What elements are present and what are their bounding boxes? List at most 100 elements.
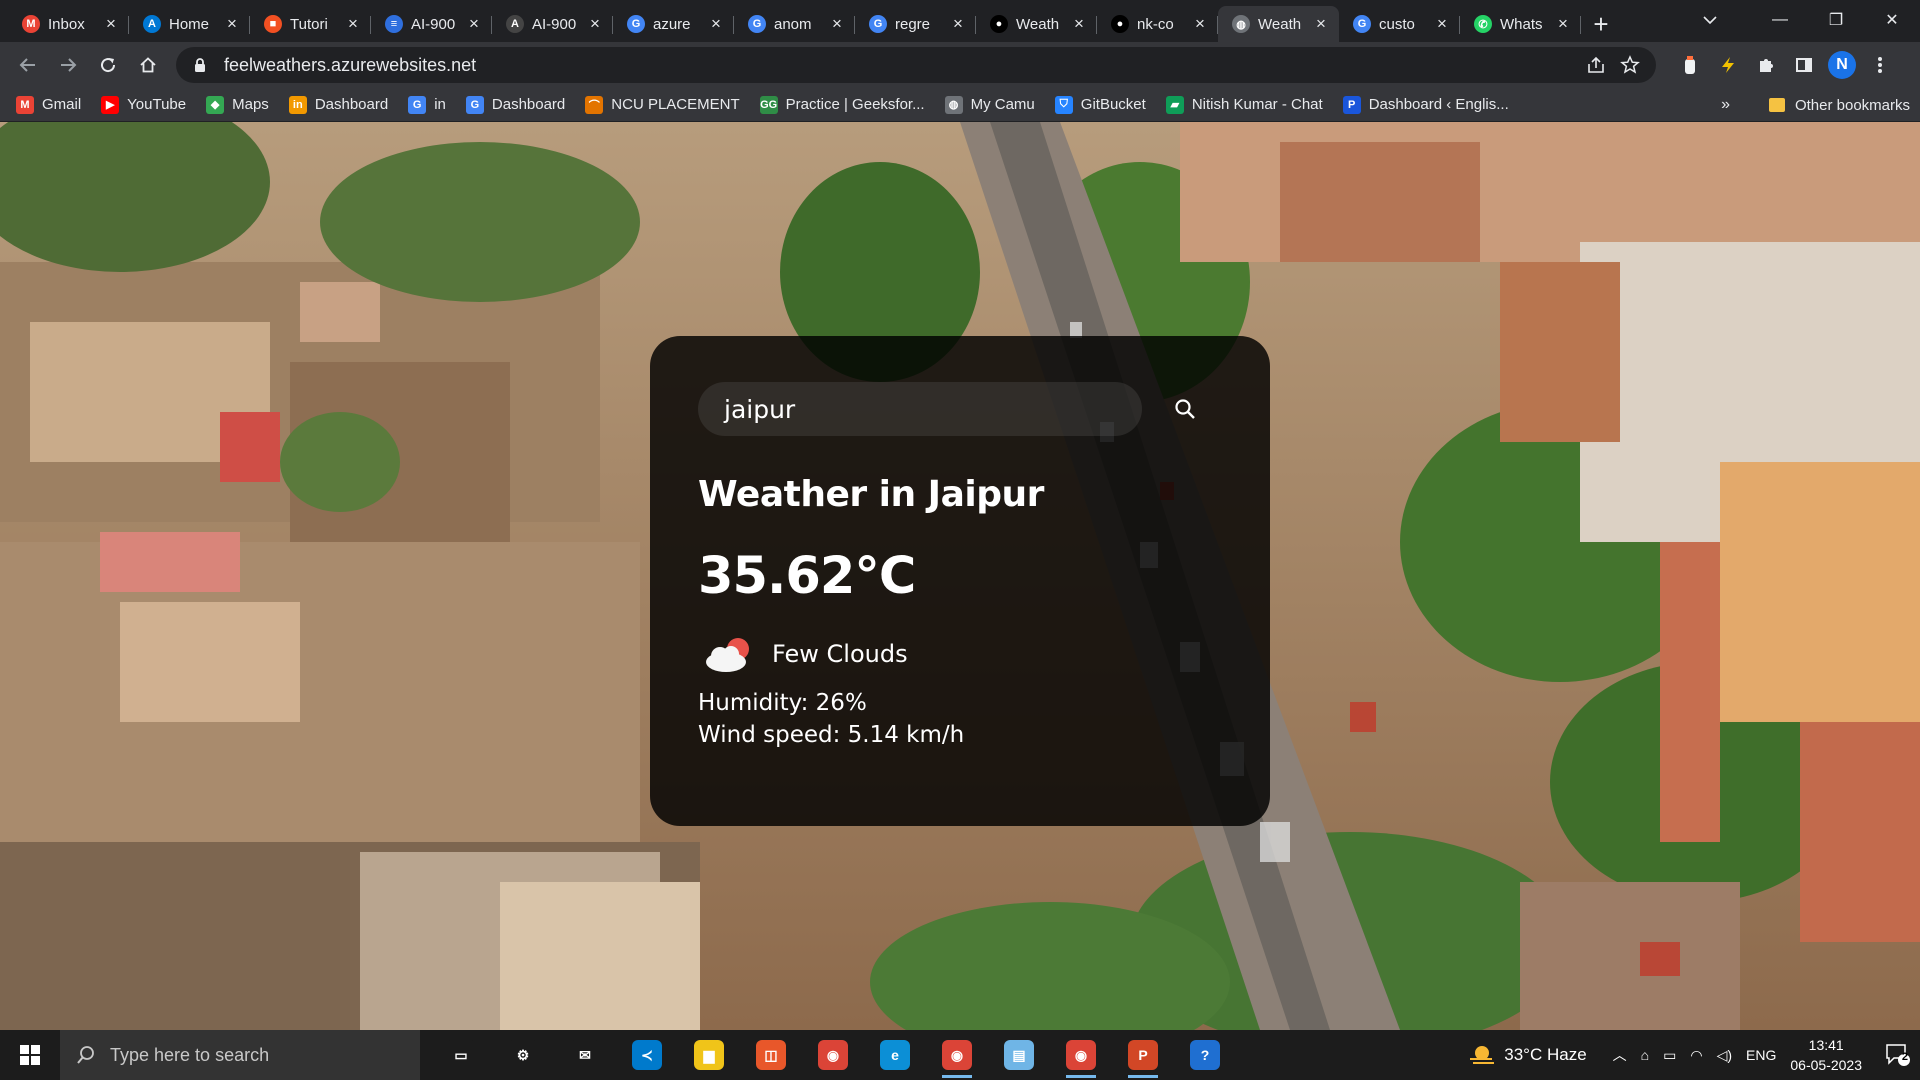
google-icon: G [748, 15, 766, 33]
bookmark-item[interactable]: ◍ My Camu [944, 95, 1035, 114]
bookmark-star-icon[interactable] [1620, 55, 1640, 80]
reload-icon[interactable] [88, 47, 128, 83]
notifications-icon[interactable]: 2 [1876, 1030, 1920, 1080]
browser-tab[interactable]: ≡ AI-900 × [371, 6, 492, 42]
bookmark-item[interactable]: Gin [408, 95, 446, 114]
taskbar-search-box[interactable]: Type here to search [60, 1030, 420, 1080]
home-icon[interactable] [128, 47, 168, 83]
city-search-input[interactable]: jaipur [698, 382, 1142, 436]
browser-tab[interactable]: A AI-900 × [492, 6, 613, 42]
close-window-icon[interactable]: ✕ [1864, 0, 1920, 40]
taskbar-app[interactable]: ◉ [1050, 1030, 1112, 1080]
weather-widget[interactable]: 33°C Haze [1468, 1044, 1587, 1066]
menu-kebab-icon[interactable] [1866, 51, 1894, 79]
browser-tab[interactable]: A Home × [129, 6, 250, 42]
globe-icon: ◍ [944, 95, 963, 114]
close-tab-icon[interactable]: × [587, 15, 603, 32]
search-icon [77, 1046, 94, 1064]
volume-icon[interactable]: ◁) [1717, 1047, 1732, 1064]
extensions-puzzle-icon[interactable] [1752, 51, 1780, 79]
back-icon[interactable] [8, 47, 48, 83]
language-indicator[interactable]: ENG [1746, 1047, 1776, 1063]
wifi-icon[interactable]: ◠ [1690, 1047, 1702, 1064]
browser-tab[interactable]: Gazure × [613, 6, 734, 42]
battery-icon[interactable]: ▭ [1663, 1047, 1676, 1064]
extension-lightning-icon[interactable] [1714, 51, 1742, 79]
edge-icon: e [880, 1040, 910, 1070]
profile-avatar[interactable]: N [1828, 51, 1856, 79]
whatsapp-icon: ✆ [1474, 15, 1492, 33]
close-tab-icon[interactable]: × [345, 15, 361, 32]
bookmark-item[interactable]: GG Practice | Geeksfor... [759, 95, 925, 114]
chevron-up-icon[interactable]: ︿ [1613, 1045, 1627, 1065]
browser-tab[interactable]: M Inbox × [8, 6, 129, 42]
taskbar-app[interactable]: ▭ [430, 1030, 492, 1080]
taskbar-app[interactable]: ◉ [802, 1030, 864, 1080]
bookmark-item[interactable]: P Dashboard ‹ Englis... [1342, 95, 1509, 114]
bookmark-item[interactable]: ⛉ GitBucket [1054, 95, 1146, 114]
close-tab-icon[interactable]: × [224, 15, 240, 32]
taskbar-app[interactable]: ≺ [616, 1030, 678, 1080]
side-panel-icon[interactable] [1790, 51, 1818, 79]
other-bookmarks[interactable]: Other bookmarks [1768, 88, 1910, 122]
forward-icon[interactable] [48, 47, 88, 83]
bookmark-label: Dashboard ‹ Englis... [1368, 96, 1509, 113]
close-tab-icon[interactable]: × [466, 15, 482, 32]
taskbar-app[interactable]: ⚙ [492, 1030, 554, 1080]
bookmark-item[interactable]: ◆ Maps [206, 95, 269, 114]
browser-tab[interactable]: Gregre × [855, 6, 976, 42]
browser-tab[interactable]: Ganom × [734, 6, 855, 42]
browser-tab[interactable]: ◍ Weath × [1218, 6, 1339, 42]
close-tab-icon[interactable]: × [103, 15, 119, 32]
bookmark-item[interactable]: ⌒ NCU PLACEMENT [585, 95, 740, 114]
bookmark-item[interactable]: in Dashboard [288, 95, 388, 114]
notepad-icon: ▤ [1004, 1040, 1034, 1070]
restore-icon[interactable]: ❐ [1808, 0, 1864, 40]
address-bar[interactable]: feelweathers.azurewebsites.net [176, 47, 1656, 83]
close-tab-icon[interactable]: × [1192, 15, 1208, 32]
close-tab-icon[interactable]: × [1071, 15, 1087, 32]
close-tab-icon[interactable]: × [829, 15, 845, 32]
taskbar-app[interactable]: ✉ [554, 1030, 616, 1080]
taskbar-app[interactable]: ◉ [926, 1030, 988, 1080]
taskbar-app[interactable]: ▤ [988, 1030, 1050, 1080]
usb-icon[interactable]: ⌂ [1641, 1047, 1649, 1063]
search-input-value: jaipur [724, 394, 796, 424]
new-tab-button[interactable]: + [1581, 6, 1621, 42]
browser-tab[interactable]: ■ Tutori × [250, 6, 371, 42]
browser-tab[interactable]: Gcusto × [1339, 6, 1460, 42]
system-clock[interactable]: 13:41 06-05-2023 [1790, 1035, 1862, 1075]
taskbar-app[interactable]: P [1112, 1030, 1174, 1080]
close-tab-icon[interactable]: × [708, 15, 724, 32]
settings-icon: ⚙ [508, 1040, 538, 1070]
weather-page: jaipur Weather in Jaipur 35.62°C Few Clo… [0, 122, 1920, 1030]
browser-tab[interactable]: ✆ Whats × [1460, 6, 1581, 42]
close-tab-icon[interactable]: × [950, 15, 966, 32]
bookmark-item[interactable]: M Gmail [16, 95, 81, 114]
tab-search-icon[interactable] [1690, 4, 1730, 36]
taskbar-app[interactable]: e [864, 1030, 926, 1080]
lock-icon[interactable] [192, 57, 208, 73]
taskbar-app[interactable]: ? [1174, 1030, 1236, 1080]
taskbar: Type here to search ▭ ⚙ ✉ ≺ ▆ ◫ ◉ e ◉ ▤ ◉ P? 33°C H… [0, 1030, 1920, 1080]
bookmark-item[interactable]: ▰ Nitish Kumar - Chat [1165, 95, 1323, 114]
extensions-area: N [1676, 46, 1894, 84]
taskbar-app[interactable]: ▆ [678, 1030, 740, 1080]
minimize-icon[interactable]: — [1752, 0, 1808, 40]
google-icon: G [869, 15, 887, 33]
taskbar-app[interactable]: ◫ [740, 1030, 802, 1080]
chrome-icon: ◉ [1066, 1040, 1096, 1070]
search-button[interactable] [1158, 382, 1212, 436]
close-tab-icon[interactable]: × [1555, 15, 1571, 32]
more-bookmarks-button[interactable]: » [1721, 88, 1730, 122]
extension-bottle-icon[interactable] [1676, 51, 1704, 79]
close-tab-icon[interactable]: × [1313, 15, 1329, 32]
bookmark-item[interactable]: ▶ YouTube [101, 95, 186, 114]
browser-tab[interactable]: ● Weath × [976, 6, 1097, 42]
browser-tab[interactable]: ● nk-co × [1097, 6, 1218, 42]
close-tab-icon[interactable]: × [1434, 15, 1450, 32]
windows-start-icon[interactable] [0, 1030, 60, 1080]
share-icon[interactable] [1586, 55, 1606, 80]
mail-icon: ✉ [570, 1040, 600, 1070]
bookmark-item[interactable]: G Dashboard [465, 95, 565, 114]
